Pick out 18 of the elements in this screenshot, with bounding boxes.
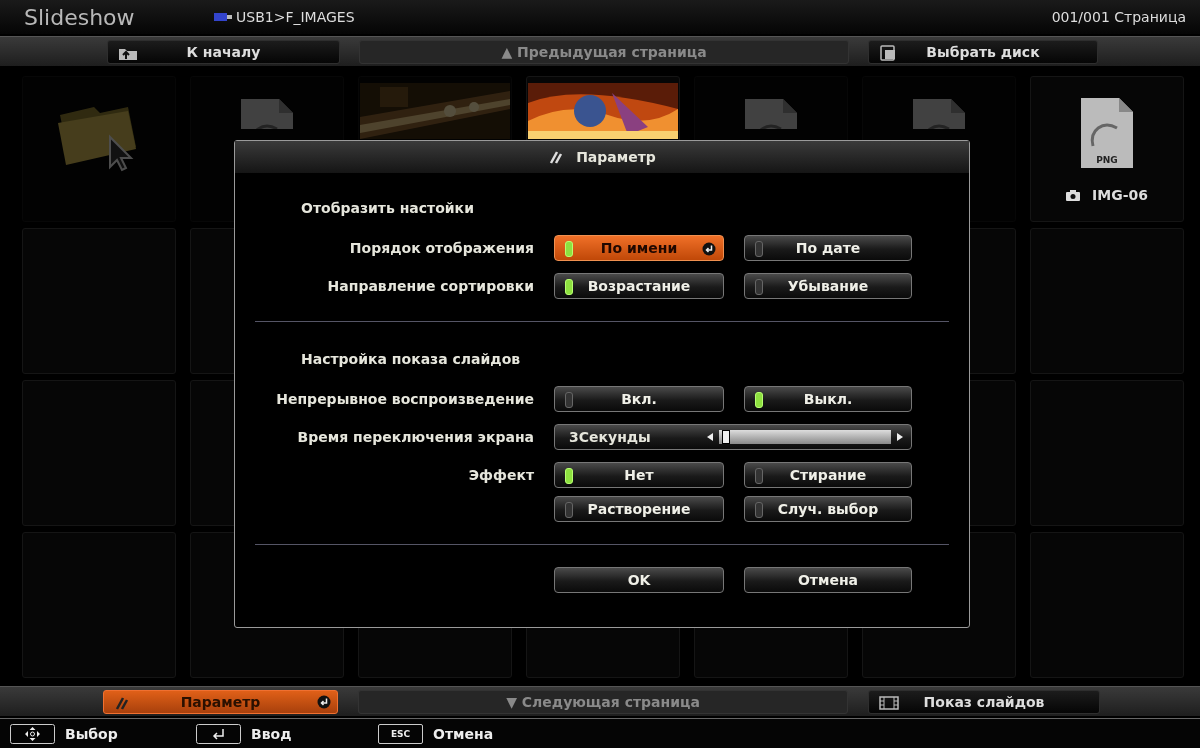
setting-label: Направление сортировки (326, 277, 534, 296)
section-heading: Настройка показа слайдов (300, 350, 522, 369)
section-heading: Отобразить настойки (300, 199, 475, 218)
app-logo: Slideshow (24, 4, 136, 30)
setting-label: Непрерывное воспроизведение (275, 390, 534, 409)
file-type-label: PNG (1096, 155, 1118, 165)
folder-path: USB1>F_IMAGES (236, 9, 355, 25)
file-name: IMG-06 (1092, 187, 1148, 203)
slider-value: 3Секунды (569, 429, 652, 445)
key-hint-label: Выбор (65, 726, 118, 742)
key-hint-label: Отмена (433, 726, 494, 742)
setting-label: Порядок отображения (348, 239, 534, 258)
esc-key: ESC (378, 724, 423, 744)
setting-label: Время переключения экрана (296, 428, 534, 447)
dialog-title: Параметр (576, 149, 656, 165)
key-hint-label: Ввод (251, 726, 292, 742)
page-counter: 001/001 Страница (1051, 9, 1186, 25)
setting-label: Эффект (467, 466, 534, 485)
